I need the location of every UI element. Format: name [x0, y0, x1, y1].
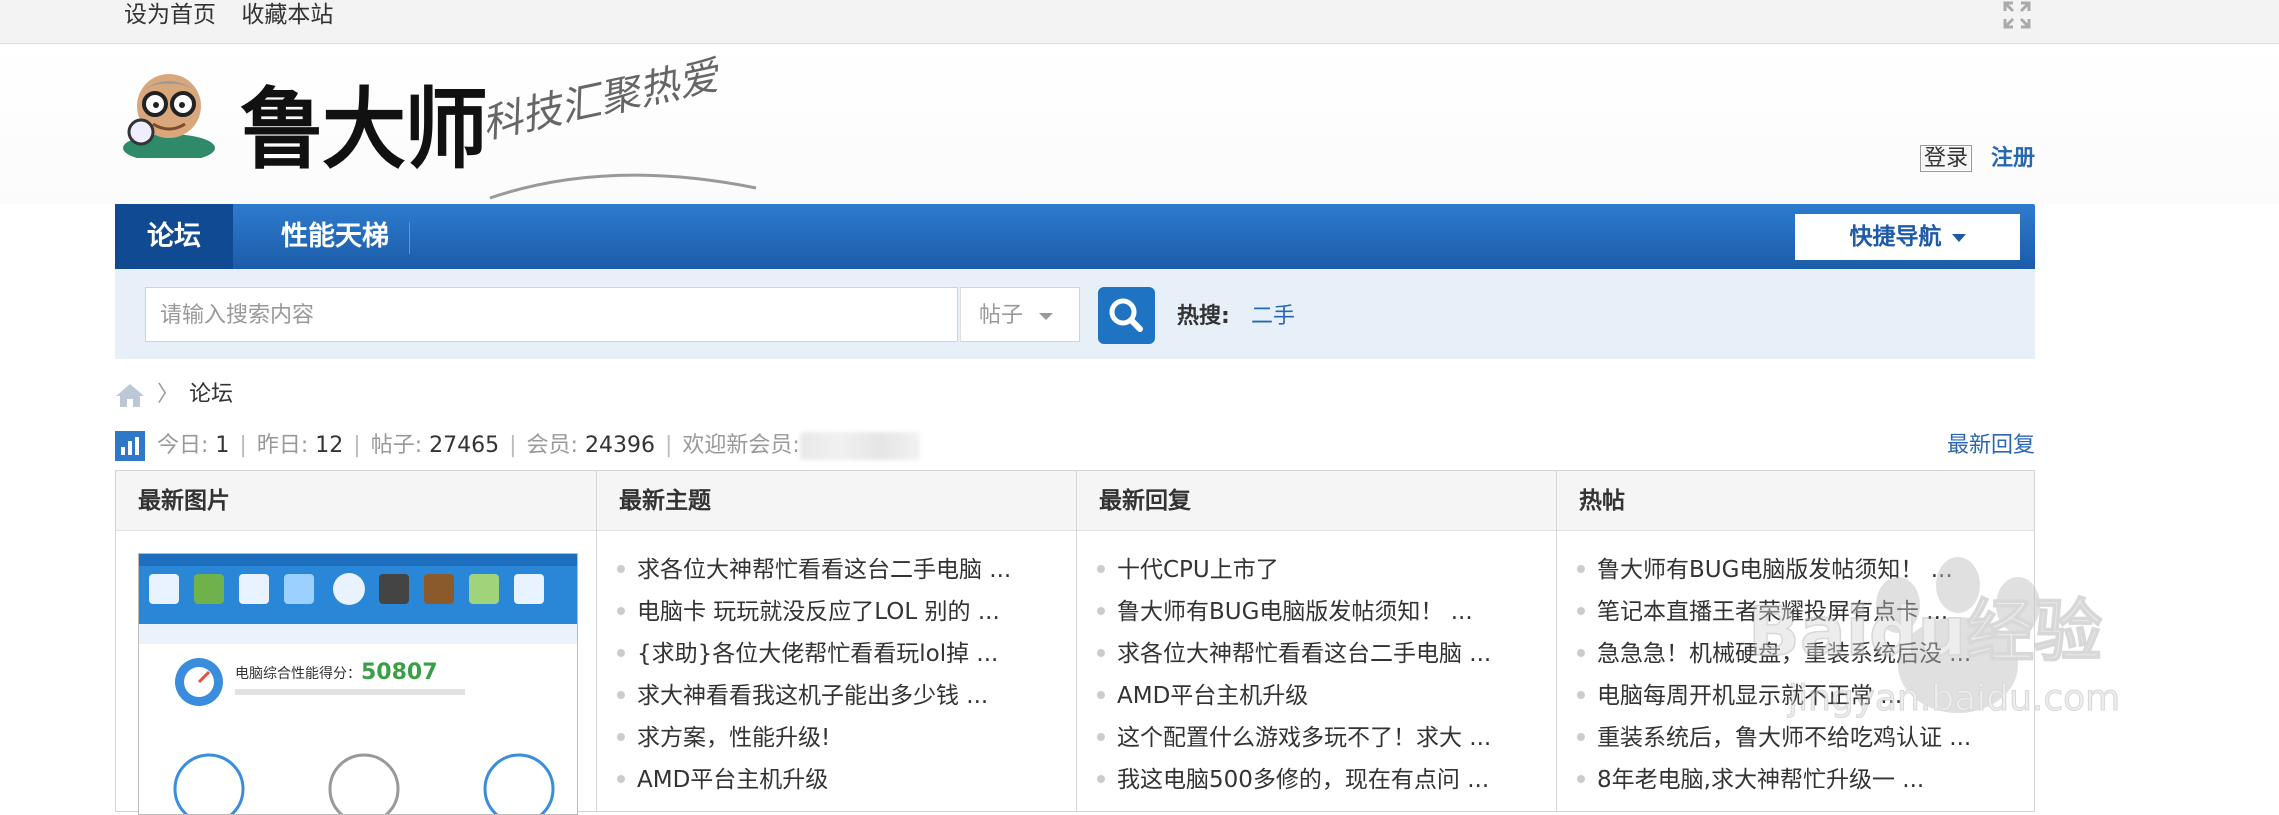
stats-separator: | [664, 433, 673, 458]
bar-chart-icon [115, 431, 145, 461]
watermark-brand: Baidu经验 [1748, 593, 2102, 672]
welcome-label: 欢迎新会员: [682, 433, 800, 458]
quick-nav-button[interactable]: 快捷导航 [1795, 214, 2020, 260]
latest-reply-link[interactable]: 最新回复 [1947, 427, 2035, 459]
list-item[interactable]: 鲁大师有BUG电脑版发帖须知！ ... [1097, 591, 1491, 633]
quick-nav-label: 快捷导航 [1849, 224, 1942, 250]
list-item[interactable]: AMD平台主机升级 [617, 759, 1011, 801]
stats-separator: | [239, 433, 247, 458]
forum-stats: 今日: 1 | 昨日: 12 | 帖子: 27465 | 会员: 24396 | 欢迎新会员: … [115, 427, 2035, 461]
list-item[interactable]: 电脑卡 玩玩就没反应了LOL 别的 ... [617, 591, 1011, 633]
search-icon [1109, 298, 1143, 332]
home-icon[interactable] [115, 382, 145, 408]
chevron-down-icon [1039, 312, 1054, 320]
thumbnail-score: 50807 [361, 660, 438, 685]
nav-divider [409, 222, 410, 254]
new-replies-column: 最新回复 十代CPU上市了 鲁大师有BUG电脑版发帖须知！ ... 求各位大神帮… [1077, 471, 1557, 811]
top-bar: 设为首页 收藏本站 [0, 0, 2279, 44]
latest-picture-thumbnail[interactable]: 电脑综合性能得分： 50807 [138, 553, 578, 815]
breadcrumb: 〉论坛 [115, 376, 233, 408]
list-item[interactable]: 求各位大神帮忙看看这台二手电脑 ... [617, 549, 1011, 591]
column-title: 最新图片 [116, 471, 596, 531]
breadcrumb-separator: 〉 [157, 382, 180, 407]
yesterday-count: 12 [315, 433, 344, 458]
column-title: 最新主题 [597, 471, 1076, 531]
watermark-url: jingyan.baidu.com [1787, 678, 2120, 719]
register-link[interactable]: 注册 [1991, 146, 2035, 171]
logo-text[interactable]: 鲁大师 [240, 59, 488, 186]
new-topics-list: 求各位大神帮忙看看这台二手电脑 ... 电脑卡 玩玩就没反应了LOL 别的 ..… [617, 549, 1011, 801]
auth-links: 登录 注册 [1920, 140, 2035, 172]
tab-performance-ladder[interactable]: 性能天梯 [255, 204, 415, 269]
list-item[interactable]: {求助}各位大佬帮忙看看玩lol掉 ... [617, 633, 1011, 675]
mascot-logo-icon[interactable] [115, 64, 223, 158]
thumbnail-score-label: 电脑综合性能得分： [235, 665, 361, 682]
slogan-swoosh [489, 173, 757, 200]
today-label: 今日: [157, 433, 209, 458]
list-item[interactable]: 求大神看看我这机子能出多少钱 ... [617, 675, 1011, 717]
hot-search-label: 热搜: [1177, 304, 1230, 329]
content-panel: 最新图片 电脑综合性能得分： 50807 最新主题 求各位大神帮忙看看这台二手电… [115, 470, 2035, 815]
set-home-link[interactable]: 设为首页 [124, 2, 216, 28]
column-title: 最新回复 [1077, 471, 1556, 531]
breadcrumb-current[interactable]: 论坛 [189, 382, 233, 407]
posts-count: 27465 [429, 433, 500, 458]
ludashi-screenshot-image: 电脑综合性能得分： 50807 [139, 554, 577, 814]
stats-separator: | [353, 433, 361, 458]
search-button[interactable] [1098, 287, 1155, 344]
site-header: 鲁大师 科技汇聚热爱 登录 注册 [0, 44, 2279, 204]
list-item[interactable]: 我这电脑500多修的，现在有点问 ... [1097, 759, 1491, 801]
list-item[interactable]: 这个配置什么游戏多玩不了！求大 ... [1097, 717, 1491, 759]
search-bar: 请输入搜索内容 帖子 热搜: 二手 [115, 269, 2035, 359]
search-type-label: 帖子 [979, 303, 1024, 328]
top-links: 设为首页 收藏本站 [124, 0, 351, 30]
list-item[interactable]: 求方案，性能升级! [617, 717, 1011, 759]
list-item[interactable]: 十代CPU上市了 [1097, 549, 1491, 591]
chevron-down-icon [1951, 233, 1966, 242]
yesterday-label: 昨日: [256, 433, 309, 458]
new-topics-column: 最新主题 求各位大神帮忙看看这台二手电脑 ... 电脑卡 玩玩就没反应了LOL … [597, 471, 1077, 811]
baidu-jingyan-watermark: Baidu经验 jingyan.baidu.com [1748, 557, 2121, 720]
hot-search-term[interactable]: 二手 [1251, 298, 1295, 330]
column-title: 热帖 [1557, 471, 2034, 531]
bookmark-link[interactable]: 收藏本站 [241, 2, 333, 28]
tab-forum[interactable]: 论坛 [115, 204, 233, 269]
members-count: 24396 [584, 433, 655, 458]
main-nav: 论坛 性能天梯 快捷导航 [115, 204, 2035, 269]
stats-separator: | [509, 433, 517, 458]
list-item[interactable]: AMD平台主机升级 [1097, 675, 1491, 717]
search-type-select[interactable]: 帖子 [960, 287, 1080, 342]
posts-label: 帖子: [370, 433, 423, 458]
fullscreen-icon[interactable] [2002, 0, 2032, 30]
members-label: 会员: [526, 433, 578, 458]
search-input[interactable]: 请输入搜索内容 [145, 287, 958, 342]
list-item[interactable]: 求各位大神帮忙看看这台二手电脑 ... [1097, 633, 1491, 675]
new-member-name-blurred[interactable] [799, 432, 920, 460]
login-button[interactable]: 登录 [1920, 145, 1973, 172]
latest-pictures-column: 最新图片 电脑综合性能得分： 50807 [116, 471, 597, 815]
new-replies-list: 十代CPU上市了 鲁大师有BUG电脑版发帖须知！ ... 求各位大神帮忙看看这台… [1097, 549, 1491, 801]
today-count: 1 [215, 433, 230, 458]
list-item[interactable]: 8年老电脑,求大神帮忙升级一 ... [1577, 759, 1971, 801]
